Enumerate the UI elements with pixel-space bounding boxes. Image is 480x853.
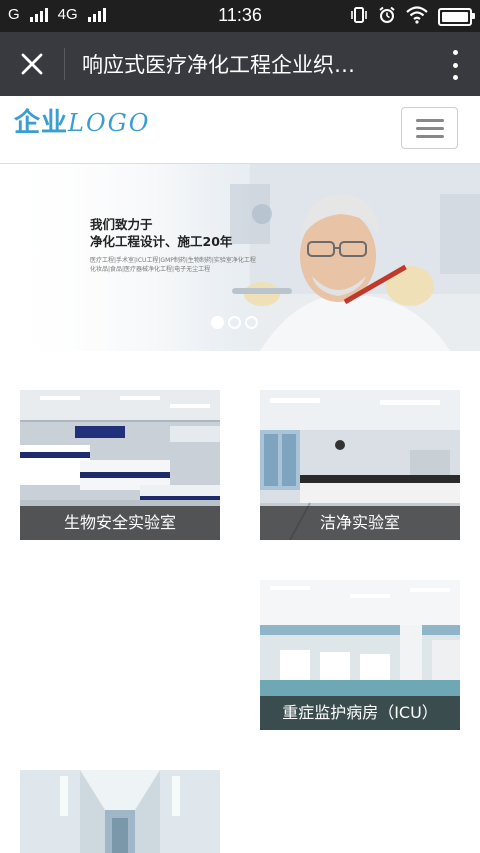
site-logo[interactable]: 企业LOGO [14, 102, 150, 139]
banner-subline-1: 医疗工程|手术室|ICU工程|GMP制药|生物制药|实验室净化工程 [90, 257, 256, 264]
site-header: 企业LOGO [0, 96, 480, 164]
product-label: 生物安全实验室 [20, 506, 220, 540]
product-card[interactable]: 生物安全实验室 [20, 390, 220, 540]
status-icons [350, 6, 475, 28]
product-label: 重症监护病房（ICU） [260, 696, 460, 730]
carousel-indicators [211, 316, 258, 329]
vibrate-icon [350, 6, 368, 28]
carousel-dot[interactable] [211, 316, 224, 329]
wifi-icon [406, 6, 428, 28]
close-icon [21, 53, 43, 75]
status-bar: G 4G 11:36 [0, 0, 480, 32]
product-card[interactable] [20, 770, 220, 853]
more-options-button[interactable] [450, 50, 460, 80]
webview-title-bar: 响应式医疗净化工程企业织… [0, 32, 480, 96]
hero-carousel[interactable]: 我们致力于 净化工程设计、施工20年 医疗工程|手术室|ICU工程|GMP制药|… [0, 164, 480, 351]
page-title: 响应式医疗净化工程企业织… [82, 53, 355, 77]
more-vertical-icon [452, 50, 458, 55]
hamburger-icon [415, 118, 444, 122]
banner-headline-1: 我们致力于 [90, 217, 153, 232]
alarm-icon [378, 6, 396, 28]
product-label: 洁净实验室 [260, 506, 460, 540]
banner-subline: 医疗工程|手术室|ICU工程|GMP制药|生物制药|实验室净化工程 化妆品|食品… [90, 256, 260, 274]
banner-caption: 我们致力于 净化工程设计、施工20年 医疗工程|手术室|ICU工程|GMP制药|… [90, 216, 260, 274]
battery-icon [438, 8, 475, 26]
logo-text-latin: LOGO [68, 109, 151, 137]
close-button[interactable] [14, 48, 50, 80]
product-image [20, 770, 220, 853]
product-card[interactable]: 重症监护病房（ICU） [260, 580, 460, 730]
title-divider [64, 48, 65, 80]
product-card[interactable]: 洁净实验室 [260, 390, 460, 540]
carousel-dot[interactable] [245, 316, 258, 329]
banner-headline-2: 净化工程设计、施工20年 [90, 234, 233, 249]
logo-text-cjk: 企业 [14, 108, 69, 138]
hamburger-menu-button[interactable] [401, 107, 458, 149]
banner-subline-2: 化妆品|食品|医疗器械净化工程|电子无尘工程 [90, 266, 211, 273]
carousel-dot[interactable] [228, 316, 241, 329]
